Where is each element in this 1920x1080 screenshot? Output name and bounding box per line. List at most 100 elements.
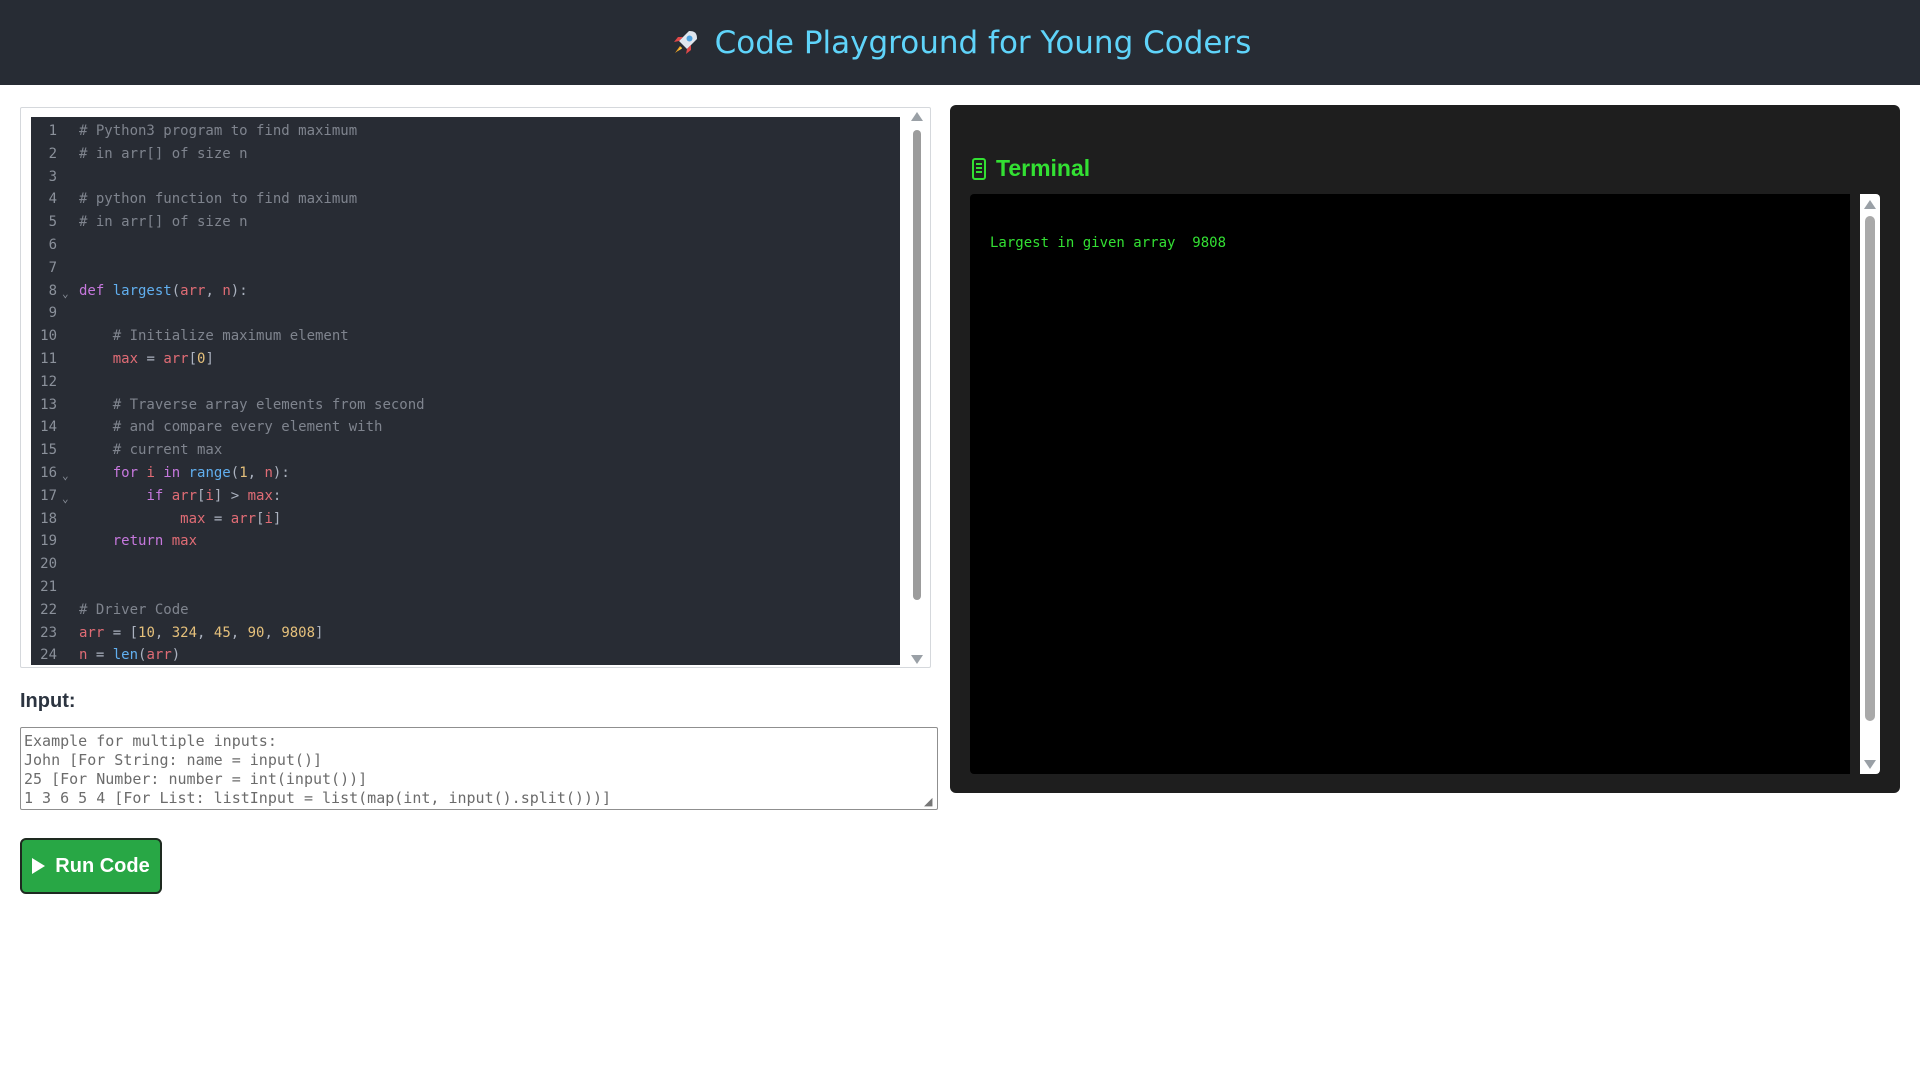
code-text: for i in range(1, n): — [79, 462, 290, 485]
line-number: 21 — [40, 579, 57, 595]
code-token: , — [230, 624, 248, 641]
rocket-icon — [673, 30, 697, 54]
code-token: : — [272, 487, 282, 504]
code-line[interactable]: 2 # in arr[] of size n — [31, 143, 900, 166]
run-code-button[interactable]: Run Code — [20, 838, 162, 894]
line-number: 20 — [40, 556, 57, 573]
line-number: 11 — [40, 351, 57, 367]
code-editor[interactable]: 1 # Python3 program to find maximum 2 # in … — [31, 117, 900, 665]
code-editor-container: 1 # Python3 program to find maximum 2 # in … — [20, 107, 931, 668]
code-token: 9808 — [281, 624, 316, 641]
terminal-scroll-down-arrow-icon[interactable] — [1864, 760, 1876, 769]
code-token: i — [205, 487, 214, 504]
code-token: 324 — [171, 624, 198, 641]
code-text: # in arr[] of size n — [79, 211, 248, 234]
code-line[interactable]: 4 # python function to find maximum — [31, 188, 900, 211]
code-token: arr — [79, 624, 105, 641]
line-number: 15 — [40, 442, 57, 459]
code-line[interactable]: 13 # Traverse array elements from second — [31, 394, 900, 417]
code-token: def — [79, 282, 113, 299]
code-line[interactable]: 7 — [31, 257, 900, 280]
code-line[interactable]: 9 — [31, 302, 900, 325]
code-line[interactable]: 22 # Driver Code — [31, 599, 900, 622]
code-line[interactable]: 1 # Python3 program to find maximum — [31, 120, 900, 143]
code-line[interactable]: 10 # Initialize maximum element — [31, 325, 900, 348]
code-token: ( — [171, 282, 181, 299]
code-token: if — [146, 487, 172, 504]
code-token: arr — [171, 487, 198, 504]
code-token: ) — [171, 647, 181, 664]
code-line[interactable]: 8 ⌄ def largest(arr, n): — [31, 280, 900, 303]
code-line[interactable]: 20 — [31, 553, 900, 576]
code-line[interactable]: 23 arr = [10, 324, 45, 90, 9808] — [31, 622, 900, 645]
code-token: range — [188, 465, 231, 481]
code-token: ): — [272, 465, 290, 481]
input-label: Input: — [20, 690, 76, 712]
code-line[interactable]: 14 # and compare every element with — [31, 416, 900, 439]
scroll-down-arrow-icon[interactable] — [911, 655, 923, 664]
code-token: # in arr[] of size n — [79, 145, 248, 162]
terminal-scroll-thumb[interactable] — [1865, 216, 1875, 721]
code-line[interactable]: 19 return max — [31, 530, 900, 553]
code-line[interactable]: 24 n = len(arr) — [31, 644, 900, 665]
line-number: 22 — [40, 601, 57, 618]
program-input-textarea[interactable]: Example for multiple inputs: John [For St… — [20, 727, 938, 810]
code-token: for — [112, 465, 147, 481]
code-token: ): — [230, 282, 248, 299]
editor-scrollbar[interactable] — [908, 110, 926, 666]
code-text: arr = [10, 324, 45, 90, 9808] — [79, 622, 323, 645]
code-line[interactable]: 3 — [31, 166, 900, 189]
line-number: 2 — [48, 145, 57, 162]
code-token: 1 — [239, 465, 248, 481]
code-text: n = len(arr) — [79, 644, 180, 665]
code-text: # Driver Code — [79, 599, 189, 622]
terminal-panel: Terminal Largest in given array 9808 — [950, 105, 1900, 793]
code-line[interactable]: 18 max = arr[i] — [31, 508, 900, 531]
input-placeholder-line: Example for multiple inputs: — [24, 732, 277, 750]
code-token: i — [264, 510, 273, 527]
code-line[interactable]: 17 ⌄ if arr[i] > max: — [31, 485, 900, 508]
code-text: def largest(arr, n): — [79, 280, 248, 303]
terminal-scrollbar[interactable] — [1860, 194, 1880, 774]
input-placeholder-line: John [For String: name = input()] — [24, 751, 323, 769]
line-number: 9 — [48, 305, 57, 322]
code-token: , — [247, 465, 265, 481]
line-number: 7 — [48, 259, 57, 276]
line-number: 23 — [40, 624, 57, 641]
input-placeholder-line: 1 3 6 5 4 [For List: listInput = list(ma… — [24, 789, 611, 807]
code-token: in — [154, 465, 189, 481]
code-token: # Python3 program to find maximum — [79, 123, 358, 139]
scroll-up-arrow-icon[interactable] — [911, 112, 923, 121]
terminal-scroll-up-arrow-icon[interactable] — [1864, 200, 1876, 209]
code-token: = [ — [104, 624, 139, 641]
code-token: ] — [272, 510, 282, 527]
code-line[interactable]: 12 — [31, 371, 900, 394]
editor-scroll-thumb[interactable] — [913, 130, 921, 600]
code-text: # Initialize maximum element — [79, 325, 349, 348]
code-line[interactable]: 11 max = arr[0] — [31, 348, 900, 371]
code-text: if arr[i] > max: — [79, 485, 281, 508]
code-line[interactable]: 15 # current max — [31, 439, 900, 462]
code-token: max — [112, 351, 139, 367]
line-number: 1 — [48, 123, 57, 139]
line-number: 17 — [40, 487, 57, 504]
code-text: # Python3 program to find maximum — [79, 120, 357, 143]
code-token: n — [222, 282, 231, 299]
code-token: ] — [205, 351, 214, 367]
code-line[interactable]: 6 — [31, 234, 900, 257]
code-line[interactable]: 16 ⌄ for i in range(1, n): — [31, 462, 900, 485]
code-token: [ — [188, 351, 198, 367]
line-number: 4 — [48, 191, 57, 208]
line-number: 3 — [48, 168, 57, 185]
code-line[interactable]: 5 # in arr[] of size n — [31, 211, 900, 234]
code-line[interactable]: 21 — [31, 576, 900, 599]
code-token: arr — [230, 510, 257, 527]
resize-grip-icon[interactable]: ◢ — [924, 796, 936, 808]
code-text: # current max — [79, 439, 223, 462]
terminal-output-area: Largest in given array 9808 — [970, 194, 1850, 774]
